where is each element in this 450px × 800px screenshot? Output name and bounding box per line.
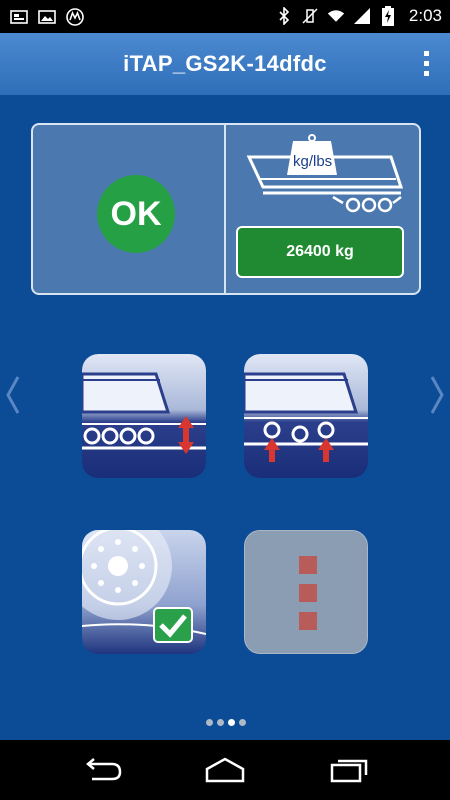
motorola-icon	[66, 8, 84, 26]
weight-value-button[interactable]: 26400 kg	[236, 226, 404, 278]
ok-status-badge: OK	[97, 175, 175, 253]
battery-charging-icon	[379, 6, 397, 26]
trailer-weight-icon	[246, 134, 404, 213]
system-nav-bar	[0, 740, 450, 800]
status-bar: 2:03	[0, 0, 450, 33]
weight-unit-label: kg/lbs	[293, 153, 333, 170]
page-dot	[217, 719, 224, 726]
image-icon	[38, 8, 56, 26]
page-dot	[206, 719, 213, 726]
weight-value: 26400 kg	[286, 243, 354, 260]
main-content: OK kg/lbs 26400 kg	[0, 95, 450, 740]
chevron-right-icon[interactable]	[428, 375, 448, 415]
app-bar: iTAP_GS2K-14dfdc	[0, 33, 450, 95]
truck-axle-lift-arrows-icon	[244, 354, 368, 478]
page-dot	[239, 719, 246, 726]
app-title: iTAP_GS2K-14dfdc	[123, 51, 327, 76]
chevron-left-icon[interactable]	[2, 375, 22, 415]
recents-icon[interactable]	[328, 754, 372, 786]
tire-check-tile[interactable]	[82, 530, 206, 654]
page-indicator	[206, 719, 246, 726]
ok-label: OK	[110, 194, 162, 233]
home-icon[interactable]	[203, 754, 247, 786]
vibrate-icon	[301, 7, 319, 25]
page-dot-active	[228, 719, 235, 726]
wifi-icon	[327, 7, 345, 25]
raise-axle-tile[interactable]	[244, 354, 368, 478]
overflow-menu-icon[interactable]	[424, 51, 430, 76]
status-panel: OK kg/lbs 26400 kg	[31, 123, 421, 295]
wheel-checkmark-icon	[82, 530, 206, 654]
truck-up-down-arrows-icon	[82, 354, 206, 478]
lower-suspension-tile[interactable]	[82, 354, 206, 478]
bluetooth-icon	[275, 7, 293, 25]
more-tile[interactable]	[244, 530, 368, 654]
signal-icon	[353, 7, 371, 25]
back-icon[interactable]	[78, 754, 122, 786]
screenshot-icon	[10, 8, 28, 26]
panel-divider	[224, 125, 226, 293]
clock-time: 2:03	[408, 6, 442, 25]
